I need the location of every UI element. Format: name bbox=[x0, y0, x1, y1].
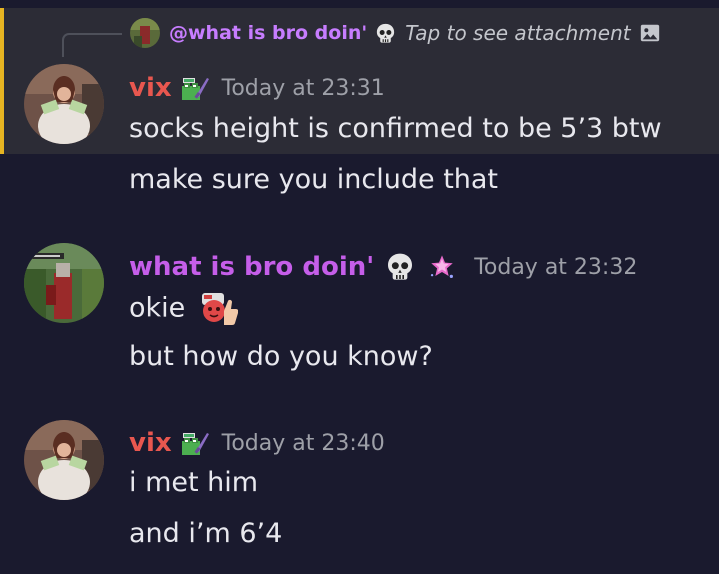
image-icon bbox=[640, 24, 659, 42]
pepe-sword-badge-icon bbox=[181, 433, 209, 455]
message-header: what is bro doin' Today at 23:32 bbox=[129, 251, 637, 283]
message-header: vix Today at 23:40 bbox=[129, 428, 385, 458]
message-text: socks height is confirmed to be 5’3 btw bbox=[129, 113, 662, 144]
message-text-content: okie bbox=[129, 292, 186, 324]
avatar[interactable] bbox=[24, 243, 104, 323]
chat-view: @what is bro doin' Tap to see attachment bbox=[0, 0, 719, 574]
thumbs-up-emoji-icon bbox=[201, 293, 238, 325]
message-text: and i’m 6’4 bbox=[129, 518, 283, 549]
author-name[interactable]: what is bro doin' bbox=[129, 252, 374, 282]
message-text: make sure you include that bbox=[129, 164, 499, 195]
skull-icon bbox=[377, 23, 395, 43]
reply-avatar[interactable] bbox=[130, 18, 160, 48]
message-header: vix Today at 23:31 bbox=[129, 73, 385, 103]
sparkle-star-icon bbox=[431, 255, 454, 278]
author-name[interactable]: vix bbox=[129, 428, 172, 458]
message-text: okie bbox=[129, 291, 238, 327]
timestamp[interactable]: Today at 23:32 bbox=[474, 255, 637, 280]
message-text: but how do you know? bbox=[129, 341, 433, 372]
reply-connector bbox=[62, 33, 122, 57]
pepe-sword-badge-icon bbox=[181, 78, 209, 100]
reply-author[interactable]: @what is bro doin' bbox=[169, 22, 367, 44]
reply-preview[interactable]: @what is bro doin' Tap to see attachment bbox=[130, 18, 661, 48]
reply-preview-text[interactable]: Tap to see attachment bbox=[405, 21, 630, 45]
message-text: i met him bbox=[129, 467, 259, 498]
skull-icon bbox=[388, 253, 413, 280]
avatar[interactable] bbox=[24, 64, 104, 144]
timestamp[interactable]: Today at 23:40 bbox=[222, 431, 385, 456]
timestamp[interactable]: Today at 23:31 bbox=[222, 76, 385, 101]
avatar[interactable] bbox=[24, 420, 104, 500]
author-name[interactable]: vix bbox=[129, 73, 172, 103]
